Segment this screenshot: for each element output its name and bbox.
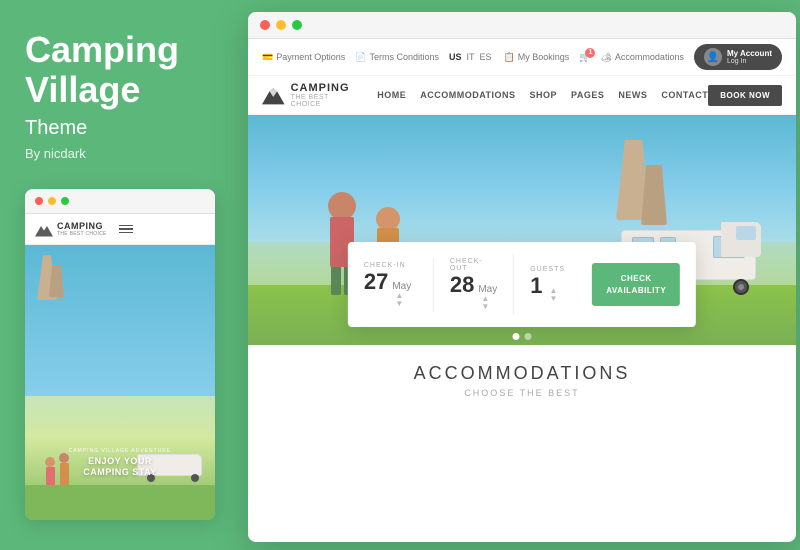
checkin-field: CHECK-IN 27 May ▲ ▼ [364, 258, 434, 312]
hero-section: CHECK-IN 27 May ▲ ▼ CHECK-OUT [248, 115, 796, 345]
rv-cab-window [736, 226, 756, 240]
mini-overlay-area: CAMPING VILLAGE ADVENTURE ENJOY YOURCAMP… [25, 448, 215, 478]
mini-hero-bg: CAMPING VILLAGE ADVENTURE ENJOY YOURCAMP… [25, 245, 215, 520]
nav-news[interactable]: NEWS [618, 90, 647, 100]
account-labels: My Account Log In [727, 49, 772, 65]
brand-text: CAMPING THE BEST CHOICE [291, 82, 358, 108]
accommodations-section: ACCOMMODATIONS CHOOSE THE BEST [248, 345, 796, 408]
checkout-value-area: 28 May ▲ ▼ [450, 274, 497, 311]
my-bookings-link[interactable]: My Bookings [504, 52, 570, 63]
checkin-month-arrows: May ▲ ▼ [392, 280, 411, 308]
booking-widget: CHECK-IN 27 May ▲ ▼ CHECK-OUT [348, 242, 696, 327]
utility-bar: Payment Options Terms Conditions US IT E… [248, 39, 796, 76]
cart-link[interactable]: 1 [579, 52, 590, 63]
lang-es[interactable]: ES [480, 52, 492, 62]
lang-it[interactable]: IT [467, 52, 475, 62]
checkout-down[interactable]: ▼ [481, 303, 497, 311]
nav-items: HOME ACCOMMODATIONS SHOP PAGES NEWS CONT… [377, 90, 708, 100]
kid1-head [328, 192, 356, 220]
left-subtitle: Theme [25, 117, 215, 140]
cart-badge-count: 1 [585, 48, 595, 58]
bookings-icon [504, 52, 515, 63]
mini-browser-bar [25, 189, 215, 214]
checkout-month-arrows: May ▲ ▼ [478, 283, 497, 311]
mini-logo-area: CAMPING THE BEST CHOICE [35, 221, 107, 237]
rv-wheel-front [733, 279, 749, 295]
checkin-arrows: ▲ ▼ [395, 292, 411, 308]
nav-shop[interactable]: SHOP [530, 90, 558, 100]
guests-down[interactable]: ▼ [549, 295, 557, 303]
account-avatar [704, 48, 722, 66]
left-title: CampingVillage [25, 30, 215, 109]
payment-options-link[interactable]: Payment Options [262, 52, 345, 63]
lang-selector: US IT ES [449, 52, 492, 62]
brand-logo-area: CAMPING THE BEST CHOICE [262, 82, 357, 108]
guests-field: GUESTS 1 ▲ ▼ [514, 262, 584, 307]
slider-dot-1[interactable] [513, 333, 520, 340]
mini-hero: CAMPING VILLAGE ADVENTURE ENJOY YOURCAMP… [25, 245, 215, 520]
mini-browser-card: CAMPING THE BEST CHOICE [25, 189, 215, 520]
accommodations-title: ACCOMMODATIONS [248, 363, 796, 384]
nav-home[interactable]: HOME [377, 90, 406, 100]
browser-dot-green [292, 20, 302, 30]
main-browser: Payment Options Terms Conditions US IT E… [248, 12, 796, 542]
utility-bar-left: Payment Options Terms Conditions US IT E… [262, 52, 492, 63]
accommodations-subtitle: CHOOSE THE BEST [248, 388, 796, 398]
checkout-field: CHECK-OUT 28 May ▲ ▼ [434, 254, 514, 315]
utility-bar-right: My Bookings 1 Accommodations My Account … [504, 44, 782, 70]
left-panel: CampingVillage Theme By nicdark CAMPING … [0, 0, 240, 550]
check-availability-button[interactable]: CHECKAVAILABILITY [592, 263, 680, 305]
main-navigation: CAMPING THE BEST CHOICE HOME ACCOMMODATI… [248, 76, 796, 115]
left-author: By nicdark [25, 146, 215, 161]
payment-icon [262, 52, 273, 63]
mini-dot-green [61, 197, 69, 205]
mini-brand-text: CAMPING THE BEST CHOICE [57, 222, 107, 237]
hero-background: CHECK-IN 27 May ▲ ▼ CHECK-OUT [248, 115, 796, 345]
mini-nav: CAMPING THE BEST CHOICE [25, 214, 215, 245]
terms-icon [355, 52, 366, 63]
terms-conditions-link[interactable]: Terms Conditions [355, 52, 439, 63]
nav-accommodations[interactable]: ACCOMMODATIONS [420, 90, 515, 100]
mini-dot-red [35, 197, 43, 205]
accommodations-icon [600, 52, 611, 63]
checkin-down[interactable]: ▼ [395, 300, 411, 308]
user-icon [707, 52, 719, 63]
guests-value-area: 1 ▲ ▼ [530, 275, 568, 303]
browser-dot-yellow [276, 20, 286, 30]
checkout-arrows: ▲ ▼ [481, 295, 497, 311]
accommodations-link[interactable]: Accommodations [600, 52, 683, 63]
slider-dots [513, 333, 532, 340]
mini-grass [25, 485, 215, 520]
browser-chrome-bar [248, 12, 796, 39]
slider-dot-2[interactable] [525, 333, 532, 340]
mini-logo-icon [35, 221, 53, 237]
nav-pages[interactable]: PAGES [571, 90, 604, 100]
nav-contact[interactable]: CONTACT [661, 90, 708, 100]
brand-mountain-icon [262, 85, 285, 105]
book-now-button[interactable]: BOOK NOW [708, 85, 782, 106]
account-button[interactable]: My Account Log In [694, 44, 782, 70]
browser-dot-red [260, 20, 270, 30]
mini-hamburger-icon[interactable] [119, 223, 133, 236]
rv-cab [721, 222, 761, 257]
lang-us[interactable]: US [449, 52, 462, 62]
checkin-value-area: 27 May ▲ ▼ [364, 271, 417, 308]
guests-arrows: ▲ ▼ [549, 287, 557, 303]
mini-dot-yellow [48, 197, 56, 205]
